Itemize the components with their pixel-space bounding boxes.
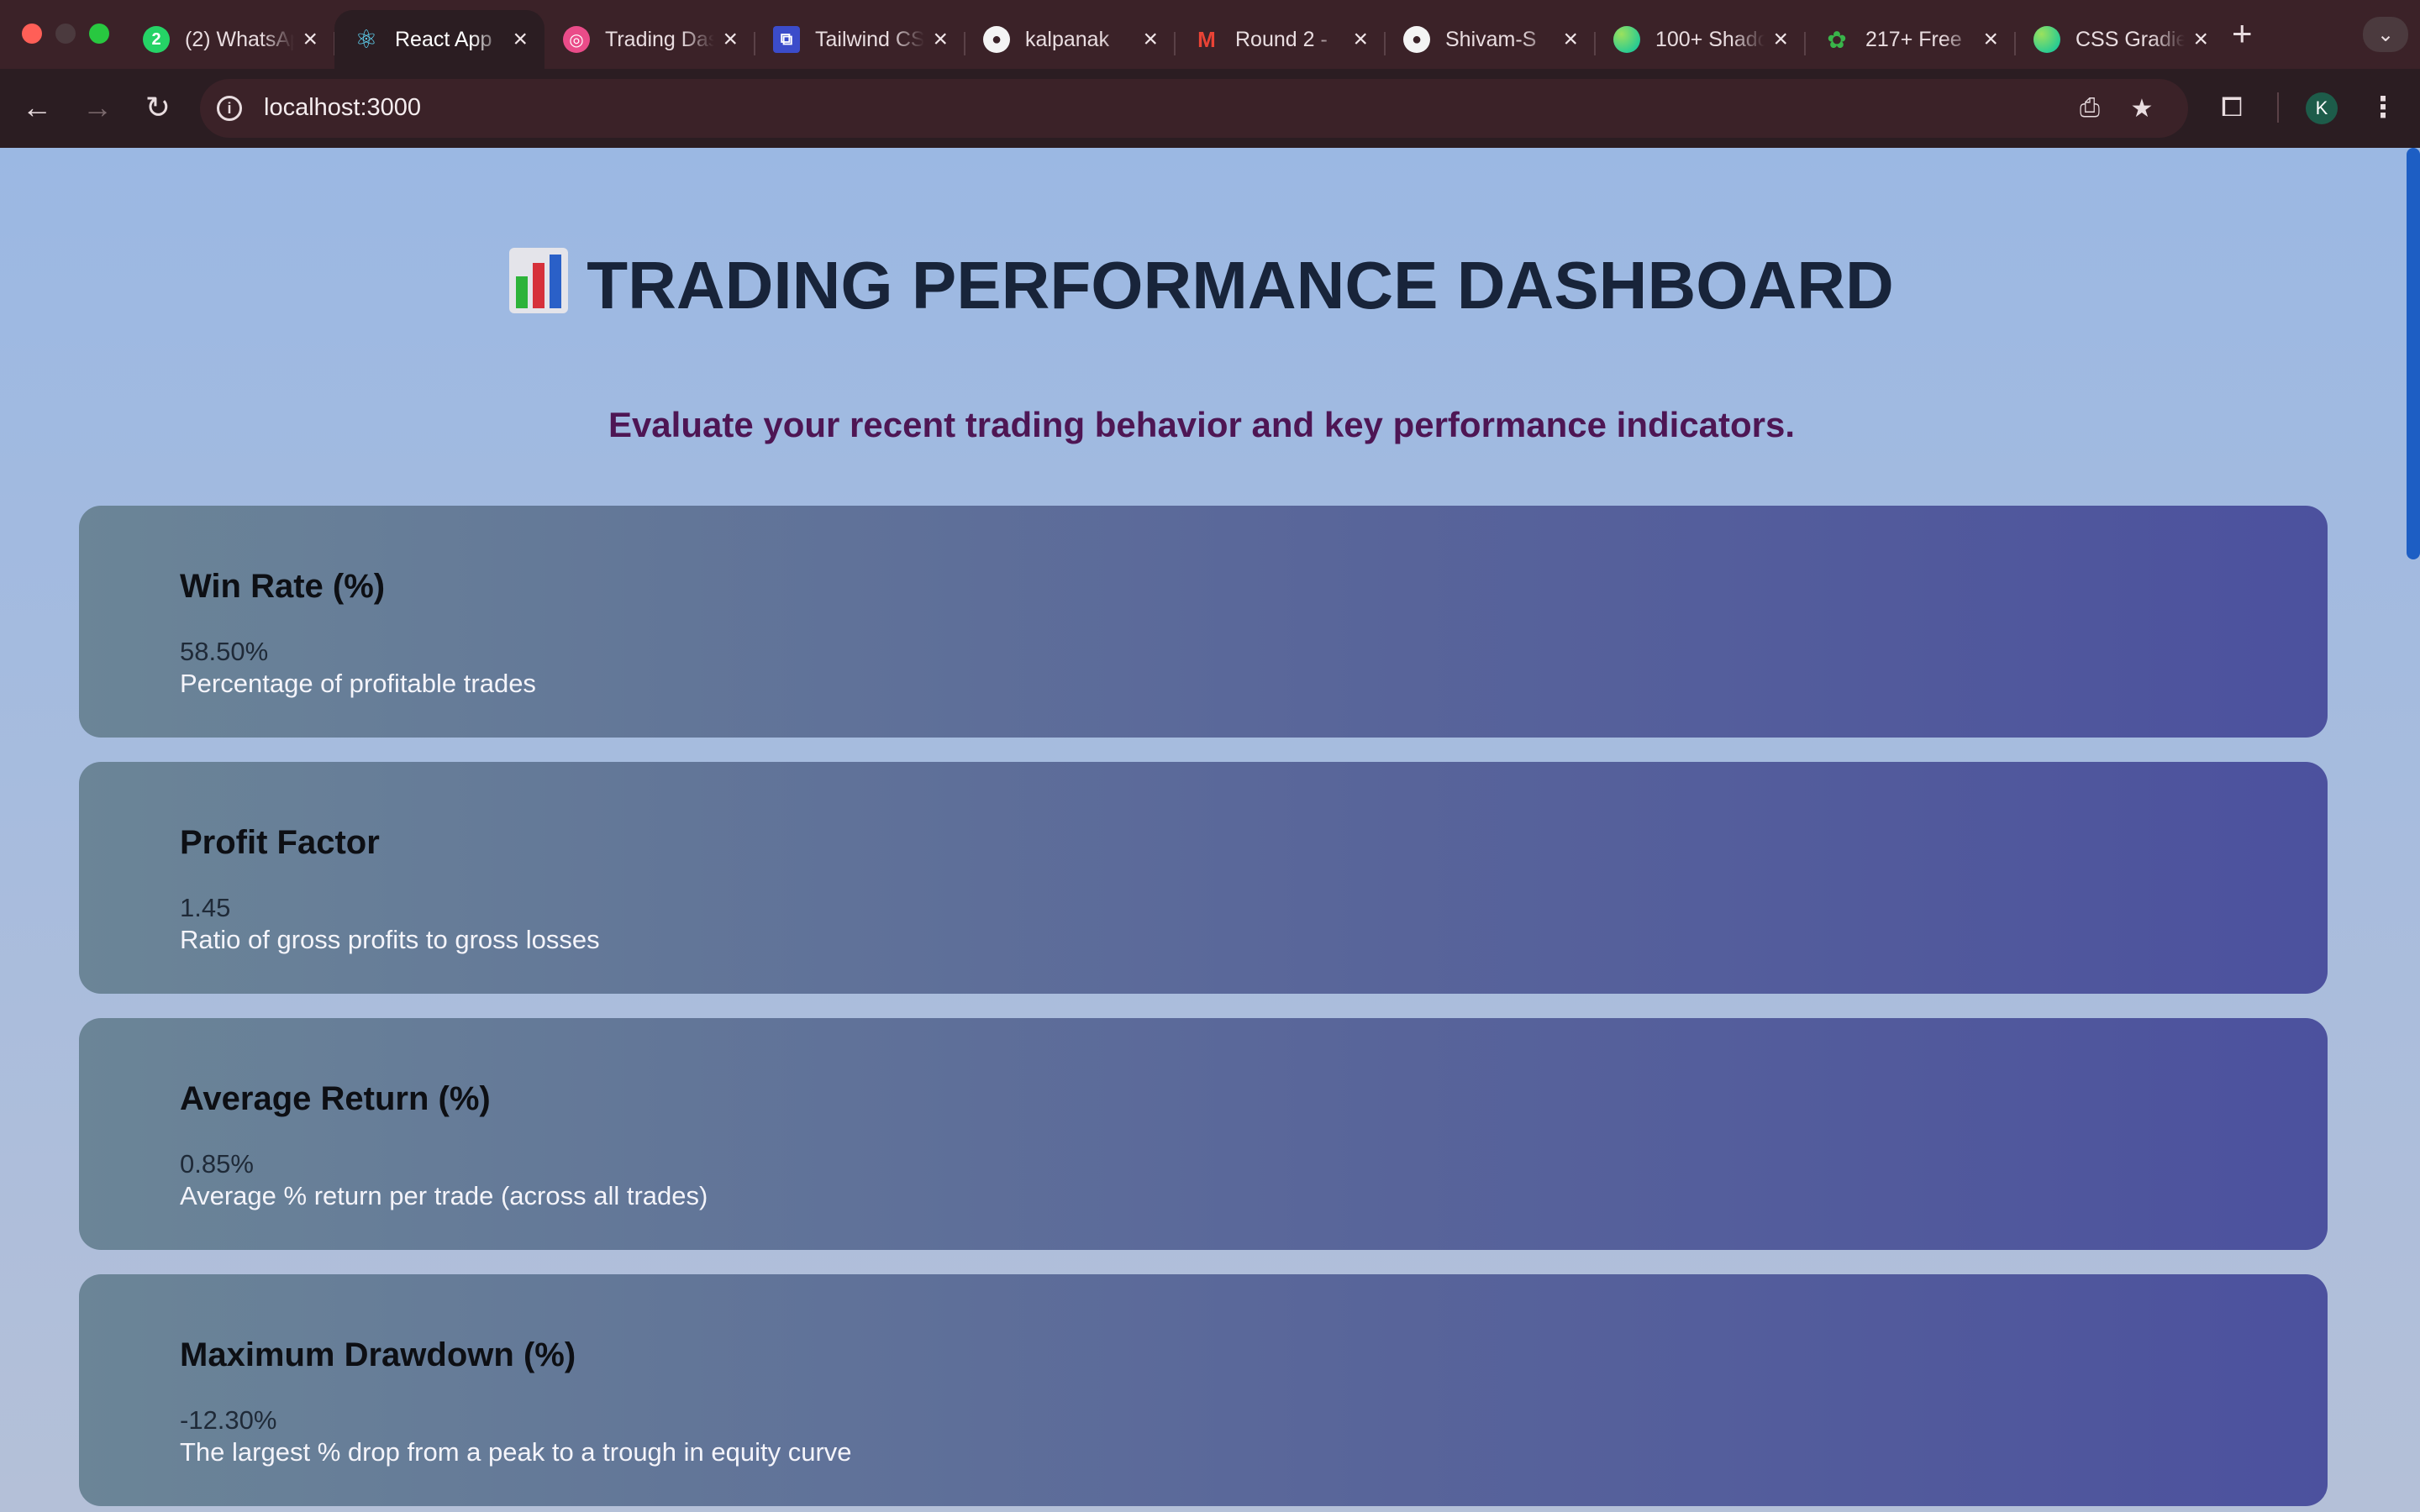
forward-button[interactable]: →: [77, 87, 118, 128]
close-tab-icon[interactable]: ×: [723, 24, 738, 55]
tab-title: kalpanak: [1025, 27, 1110, 51]
metric-card-win-rate: Win Rate (%) 58.50% Percentage of profit…: [79, 506, 2328, 738]
metric-value: 0.85%: [180, 1149, 254, 1179]
tab-title: 217+ Free: [1865, 27, 1962, 51]
tab-strip: 2 (2) WhatsApp × ⚛ React App × ◎ Trading…: [0, 0, 2420, 69]
bar-chart-icon: [509, 248, 569, 313]
gradient-circle-icon: [1613, 26, 1640, 53]
tab-github-shivam[interactable]: ● Shivam-S ×: [1385, 10, 1596, 69]
url-text[interactable]: localhost:3000: [264, 94, 421, 122]
close-tab-icon[interactable]: ×: [1773, 24, 1788, 55]
page-title: TRADING PERFORMANCE DASHBOARD: [0, 247, 2403, 324]
maximize-window-button[interactable]: [89, 24, 109, 44]
dribbble-icon: ◎: [563, 26, 590, 53]
metric-title: Average Return (%): [180, 1080, 491, 1117]
tab-title: Round 2 -: [1235, 27, 1328, 51]
metric-value: -12.30%: [180, 1405, 277, 1435]
tab-title: CSS Gradient: [2075, 27, 2185, 51]
arrow-left-icon: ←: [22, 90, 52, 124]
browser-toolbar: ← → ↻ i localhost:3000 ⎙ ★ ⧠ K ⋮: [0, 69, 2420, 148]
metric-card-max-drawdown: Maximum Drawdown (%) -12.30% The largest…: [79, 1274, 2328, 1506]
tab-title: Trading Dashboard: [605, 27, 714, 51]
tab-gmail[interactable]: M Round 2 - ×: [1175, 10, 1386, 69]
back-button[interactable]: ←: [17, 87, 57, 128]
tab-title: React App: [395, 27, 492, 51]
tab-title: (2) WhatsApp: [185, 27, 294, 51]
github-icon: ●: [1403, 26, 1430, 53]
tailwind-icon: ⧉: [773, 26, 800, 53]
vertical-scrollbar[interactable]: [2405, 148, 2420, 1512]
whatsapp-icon: 2: [143, 26, 170, 53]
metric-card-profit-factor: Profit Factor 1.45 Ratio of gross profit…: [79, 762, 2328, 994]
install-app-icon[interactable]: ⎙: [2074, 92, 2106, 124]
close-tab-icon[interactable]: ×: [1353, 24, 1368, 55]
metric-title: Maximum Drawdown (%): [180, 1336, 576, 1373]
tab-shadows[interactable]: 100+ Shadows ×: [1595, 10, 1806, 69]
arrow-right-icon: →: [82, 90, 113, 124]
new-tab-button[interactable]: +: [2232, 13, 2253, 54]
close-tab-icon[interactable]: ×: [933, 24, 948, 55]
tab-free-icons[interactable]: ✿ 217+ Free ×: [1805, 10, 2016, 69]
metric-value: 1.45: [180, 893, 231, 922]
tab-github-kalpanak[interactable]: ● kalpanak ×: [965, 10, 1176, 69]
profile-avatar[interactable]: K: [2306, 92, 2338, 124]
close-tab-icon[interactable]: ×: [1563, 24, 1578, 55]
tab-title: Shivam-S: [1445, 27, 1537, 51]
metric-title: Profit Factor: [180, 824, 380, 861]
toolbar-separator: [2277, 92, 2279, 123]
tab-css-gradient[interactable]: CSS Gradient ×: [2015, 10, 2225, 69]
tab-tailwind[interactable]: ⧉ Tailwind CSS ×: [755, 10, 965, 69]
tab-whatsapp[interactable]: 2 (2) WhatsApp ×: [124, 10, 335, 69]
close-tab-icon[interactable]: ×: [1143, 24, 1158, 55]
metric-value: 58.50%: [180, 637, 269, 666]
bookmark-star-icon[interactable]: ★: [2126, 92, 2158, 124]
scrollbar-thumb[interactable]: [2407, 148, 2420, 559]
metric-title: Win Rate (%): [180, 568, 386, 605]
close-tab-icon[interactable]: ×: [1983, 24, 1998, 55]
minimize-window-button[interactable]: [55, 24, 76, 44]
metric-description: Percentage of profitable trades: [180, 669, 536, 698]
page-title-text: TRADING PERFORMANCE DASHBOARD: [587, 248, 1894, 323]
reload-button[interactable]: ↻: [138, 87, 178, 128]
extensions-puzzle-icon[interactable]: ⧠: [2215, 91, 2249, 124]
gmail-icon: M: [1197, 26, 1216, 52]
reload-icon: ↻: [145, 90, 171, 124]
tab-title: Tailwind CSS: [815, 27, 924, 51]
tab-trading-dashboard[interactable]: ◎ Trading Dashboard ×: [544, 10, 755, 69]
tab-search-button[interactable]: ⌄: [2363, 17, 2408, 52]
close-tab-icon[interactable]: ×: [2193, 24, 2208, 55]
page-viewport: TRADING PERFORMANCE DASHBOARD Evaluate y…: [0, 148, 2420, 1512]
metric-description: Average % return per trade (across all t…: [180, 1181, 708, 1210]
react-icon: ⚛: [355, 25, 378, 54]
more-menu-icon[interactable]: ⋮: [2366, 89, 2400, 126]
address-bar[interactable]: i localhost:3000 ⎙ ★: [200, 79, 2188, 138]
close-tab-icon[interactable]: ×: [302, 24, 318, 55]
tab-title: 100+ Shadows: [1655, 27, 1765, 51]
leaf-icon: ✿: [1827, 26, 1847, 53]
close-window-button[interactable]: [22, 24, 42, 44]
site-info-icon[interactable]: i: [217, 96, 242, 121]
metric-description: The largest % drop from a peak to a trou…: [180, 1437, 852, 1467]
metric-card-average-return: Average Return (%) 0.85% Average % retur…: [79, 1018, 2328, 1250]
tab-react-app[interactable]: ⚛ React App ×: [334, 10, 544, 69]
chevron-down-icon: ⌄: [2376, 23, 2395, 46]
page-subtitle: Evaluate your recent trading behavior an…: [608, 405, 1796, 444]
github-icon: ●: [983, 26, 1010, 53]
gradient-circle-icon: [2033, 26, 2060, 53]
metric-description: Ratio of gross profits to gross losses: [180, 925, 600, 954]
close-tab-icon[interactable]: ×: [513, 24, 528, 55]
